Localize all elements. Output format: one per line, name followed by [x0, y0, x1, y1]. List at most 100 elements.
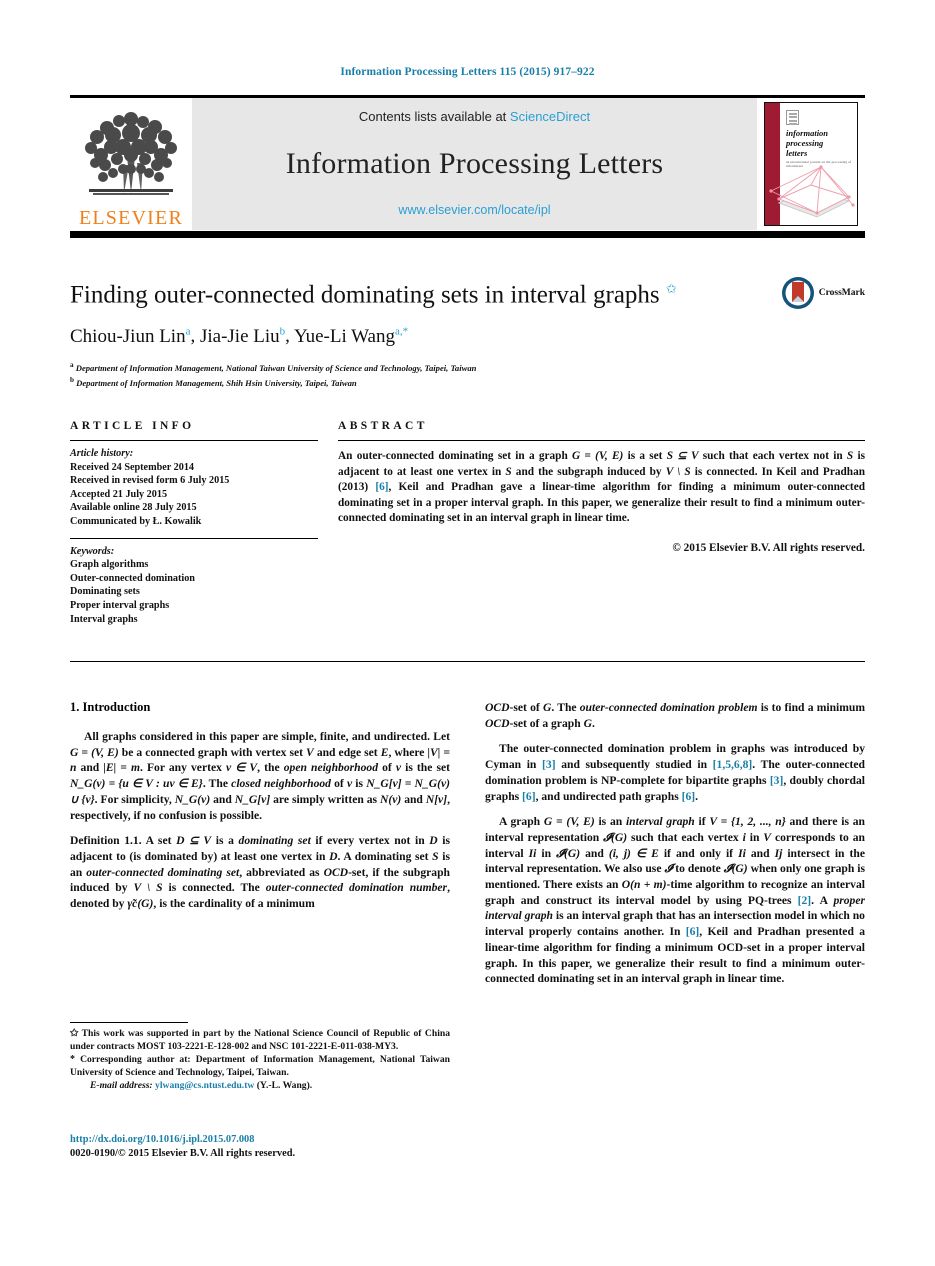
frag-math: 𝓘(G) — [723, 862, 748, 876]
title-footnote-marker: ✩ — [665, 281, 677, 296]
frag: in — [745, 830, 764, 844]
crossmark-badge[interactable]: CrossMark — [781, 276, 865, 310]
citation-2[interactable]: [2] — [798, 894, 812, 907]
journal-cover-thumbnail[interactable]: information processing letters an intern… — [764, 102, 858, 226]
cover-title-line1: information — [786, 128, 829, 138]
journal-url-link[interactable]: www.elsevier.com/locate/ipl — [398, 203, 550, 217]
frag: of — [378, 761, 396, 775]
masthead-center: Contents lists available at ScienceDirec… — [192, 98, 757, 230]
frag-math: D ⊆ V — [176, 834, 212, 848]
keyword-item: Graph algorithms — [70, 559, 149, 571]
abs-frag: is a set — [623, 450, 667, 462]
author-1-name: Chiou-Jiun Lin — [70, 325, 186, 347]
frag: All graphs considered in this paper are … — [84, 730, 450, 743]
article-history-label: Article history: — [70, 448, 134, 459]
footnote-corresponding-text: Corresponding author at: Department of I… — [70, 1054, 450, 1078]
frag: and edge set — [313, 745, 381, 759]
frag: is the set — [401, 761, 450, 775]
frag-math: D — [429, 834, 438, 848]
frag: . A dominating set — [337, 849, 433, 863]
frag-em: outer-connected dominating set — [86, 865, 240, 879]
history-item: Available online 28 July 2015 — [70, 502, 197, 514]
keywords-label: Keywords: — [70, 545, 115, 557]
frag: in — [536, 846, 557, 860]
author-list: Chiou-Jiun Lina, Jia-Jie Liub, Yue-Li Wa… — [70, 325, 865, 347]
body-columns: 1. Introduction All graphs considered in… — [70, 700, 865, 997]
cover-title: information processing letters — [786, 128, 828, 158]
frag-math: V — [763, 830, 772, 844]
contents-prefix: Contents lists available at — [358, 109, 510, 124]
citation-6b[interactable]: [6] — [682, 790, 696, 803]
elsevier-logo: ELSEVIER — [70, 98, 192, 230]
email-link[interactable]: ylwang@cs.ntust.edu.tw — [155, 1080, 254, 1091]
citation-6c[interactable]: [6] — [686, 925, 700, 938]
definition-label: Definition 1.1. — [70, 834, 142, 848]
article-page: Information Processing Letters 115 (2015… — [0, 0, 935, 1266]
journal-title: Information Processing Letters — [285, 146, 664, 180]
frag: is to find a minimum — [757, 701, 866, 714]
history-item: Received in revised form 6 July 2015 — [70, 475, 230, 487]
frag-em: outer-connected domination problem — [579, 701, 758, 714]
doi-link[interactable]: http://dx.doi.org/10.1016/j.ipl.2015.07.… — [70, 1133, 490, 1147]
footnote-rule — [70, 1022, 188, 1023]
frag: . — [695, 789, 699, 803]
cover-logo-box — [786, 110, 799, 125]
affiliations: a Department of Information Management, … — [70, 359, 865, 389]
right-paragraph-2: The outer-connected domination problem i… — [485, 741, 865, 804]
footnote-block: ✩ This work was supported in part by the… — [70, 1022, 450, 1094]
cover-title-line3: letters — [786, 148, 808, 158]
frag: -set of — [509, 701, 543, 714]
author-3-sup[interactable]: a,* — [395, 325, 408, 337]
crossmark-label: CrossMark — [818, 288, 865, 298]
citation-6a[interactable]: [6] — [522, 790, 536, 803]
info-abstract-block: ARTICLE INFO Article history: Received 2… — [70, 420, 865, 626]
frag: . A — [811, 893, 834, 907]
frag-em: OCD — [323, 865, 349, 879]
contents-available-line: Contents lists available at ScienceDirec… — [359, 109, 590, 124]
cover-title-line2: processing — [786, 138, 824, 148]
affiliation-a: a Department of Information Management, … — [70, 359, 865, 374]
author-2-name: Jia-Jie Liu — [199, 325, 280, 347]
frag-math-gamma: γ̃c(G) — [127, 897, 154, 911]
history-item: Communicated by Ł. Kowalik — [70, 515, 202, 527]
affiliation-b-marker: b — [70, 375, 74, 384]
journal-cover-block: information processing letters an intern… — [757, 98, 865, 230]
frag: , the — [257, 761, 284, 775]
history-item: Received 24 September 2014 — [70, 461, 195, 473]
keyword-item: Proper interval graphs — [70, 599, 170, 611]
author-sep-1: , — [190, 325, 200, 347]
author-3: Yue-Li Wanga,* — [294, 325, 408, 346]
author-2: Jia-Jie Liub — [199, 325, 285, 347]
abstract-text: An outer-connected dominating set in a g… — [338, 441, 865, 527]
frag: and — [401, 792, 426, 806]
frag: , abbreviated as — [239, 865, 324, 879]
sciencedirect-link[interactable]: ScienceDirect — [510, 109, 590, 124]
abs-math-g: G = (V, E) — [571, 450, 624, 462]
section-heading-introduction: 1. Introduction — [70, 700, 151, 714]
frag-em: dominating set — [238, 834, 311, 848]
frag: is connected. The — [162, 881, 266, 895]
footnote-funding-text: This work was supported in part by the N… — [70, 1028, 450, 1052]
frag-math: N_G[v] — [234, 792, 271, 806]
frag: and — [580, 846, 609, 860]
frag: such that each vertex — [627, 830, 743, 844]
frag-math: V — [306, 745, 314, 759]
abs-math-s: S ⊆ V — [666, 450, 699, 462]
email-owner: (Y.-L. Wang). — [256, 1080, 313, 1092]
abstract-ref-6[interactable]: [6] — [375, 481, 388, 493]
citation-1568[interactable]: [1,5,6,8] — [713, 758, 753, 771]
frag: is — [352, 777, 367, 791]
frag: , and undirected path graphs — [535, 789, 682, 803]
article-history: Article history: Received 24 September 2… — [70, 441, 318, 529]
frag: if — [694, 815, 710, 829]
frag-math: N[v] — [425, 792, 448, 806]
affiliation-a-text: Department of Information Management, Na… — [75, 362, 477, 373]
history-item: Accepted 21 July 2015 — [70, 488, 168, 500]
definition-1-1: Definition 1.1. A set D ⊆ V is a dominat… — [70, 833, 450, 912]
citation-3b[interactable]: [3] — [770, 774, 784, 787]
affiliation-b: b Department of Information Management, … — [70, 374, 865, 389]
issn-copyright: 0020-0190/© 2015 Elsevier B.V. All right… — [70, 1148, 296, 1159]
frag: A set — [141, 834, 177, 848]
citation-3[interactable]: [3] — [542, 758, 556, 771]
body-left-column: 1. Introduction All graphs considered in… — [70, 700, 450, 997]
